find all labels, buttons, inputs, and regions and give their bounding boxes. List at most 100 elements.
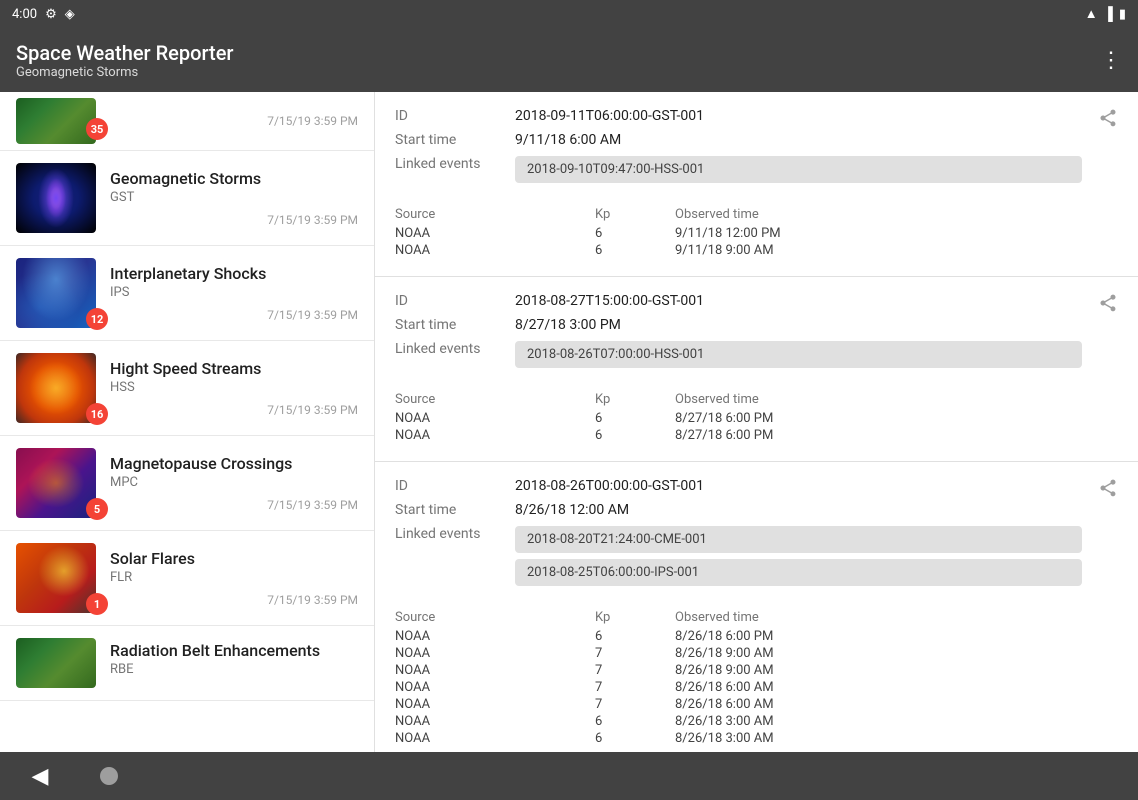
item-name: Radiation Belt Enhancements <box>110 641 358 660</box>
cell-source: NOAA <box>395 428 595 443</box>
time-display: 4:00 <box>12 7 37 22</box>
list-item[interactable]: 5 Magnetopause Crossings MPC 7/15/19 3:5… <box>0 436 374 531</box>
item-content: Interplanetary Shocks IPS 7/15/19 3:59 P… <box>96 264 358 322</box>
linked-event-chip[interactable]: 2018-08-25T06:00:00-IPS-001 <box>515 559 1082 586</box>
item-image <box>16 543 96 613</box>
item-time: 7/15/19 3:59 PM <box>110 593 358 607</box>
linked-event-chip[interactable]: 2018-08-26T07:00:00-HSS-001 <box>515 341 1082 368</box>
item-content: Hight Speed Streams HSS 7/15/19 3:59 PM <box>96 359 358 417</box>
wifi-icon: ▲ <box>1085 6 1098 22</box>
kp-table: Source Kp Observed time NOAA 6 9/11/18 1… <box>395 207 1118 258</box>
linked-event-chip[interactable]: 2018-08-20T21:24:00-CME-001 <box>515 526 1082 553</box>
main-container: 35 7/15/19 3:59 PM Geomagnetic Storms GS… <box>0 92 1138 752</box>
cell-kp: 7 <box>595 663 675 678</box>
field-value-starttime: 9/11/18 6:00 AM <box>515 132 621 148</box>
field-row-linked: Linked events 2018-08-26T07:00:00-HSS-00… <box>395 341 1082 374</box>
app-title: Space Weather Reporter <box>16 41 233 65</box>
more-vert-icon[interactable]: ⋮ <box>1100 48 1122 73</box>
item-code: IPS <box>110 285 358 300</box>
share-icon[interactable] <box>1098 478 1118 503</box>
table-row: NOAA 6 8/26/18 6:00 PM <box>395 629 1118 644</box>
alarm-icon: ◈ <box>65 7 75 22</box>
field-row-starttime: Start time 8/27/18 3:00 PM <box>395 317 1082 333</box>
item-name: Solar Flares <box>110 549 358 568</box>
cell-kp: 6 <box>595 428 675 443</box>
cell-observed: 8/27/18 6:00 PM <box>675 411 1118 426</box>
col-header-observed: Observed time <box>675 610 1118 625</box>
cell-source: NOAA <box>395 629 595 644</box>
col-header-observed: Observed time <box>675 207 1118 222</box>
kp-table-header: Source Kp Observed time <box>395 392 1118 407</box>
status-bar-left: 4:00 ⚙ ◈ <box>12 7 75 22</box>
col-header-kp: Kp <box>595 392 675 407</box>
table-row: NOAA 6 8/27/18 6:00 PM <box>395 411 1118 426</box>
app-bar: Space Weather Reporter Geomagnetic Storm… <box>0 28 1138 92</box>
field-label-starttime: Start time <box>395 317 515 333</box>
field-label-starttime: Start time <box>395 502 515 518</box>
cell-kp: 6 <box>595 731 675 746</box>
kp-table-header: Source Kp Observed time <box>395 207 1118 222</box>
left-panel: 35 7/15/19 3:59 PM Geomagnetic Storms GS… <box>0 92 375 752</box>
field-row-starttime: Start time 8/26/18 12:00 AM <box>395 502 1082 518</box>
item-time: 7/15/19 3:59 PM <box>110 403 358 417</box>
field-row-id: ID 2018-08-26T00:00:00-GST-001 <box>395 478 1082 494</box>
list-item[interactable]: Radiation Belt Enhancements RBE <box>0 626 374 701</box>
cell-observed: 8/26/18 3:00 AM <box>675 731 1118 746</box>
status-bar: 4:00 ⚙ ◈ ▲ ▐ ▮ <box>0 0 1138 28</box>
table-row: NOAA 7 8/26/18 6:00 AM <box>395 680 1118 695</box>
item-image <box>16 163 96 233</box>
item-code: FLR <box>110 570 358 585</box>
cell-observed: 8/27/18 6:00 PM <box>675 428 1118 443</box>
field-label-id: ID <box>395 293 515 309</box>
badge-count: 35 <box>86 118 108 140</box>
list-item[interactable]: Geomagnetic Storms GST 7/15/19 3:59 PM <box>0 151 374 246</box>
cell-kp: 7 <box>595 697 675 712</box>
app-bar-title: Space Weather Reporter Geomagnetic Storm… <box>16 41 233 80</box>
cell-kp: 6 <box>595 226 675 241</box>
cell-kp: 7 <box>595 680 675 695</box>
table-row: NOAA 7 8/26/18 9:00 AM <box>395 663 1118 678</box>
field-label-id: ID <box>395 478 515 494</box>
list-item[interactable]: 1 Solar Flares FLR 7/15/19 3:59 PM <box>0 531 374 626</box>
field-row-linked: Linked events 2018-09-10T09:47:00-HSS-00… <box>395 156 1082 189</box>
event-header: ID 2018-08-26T00:00:00-GST-001 Start tim… <box>395 478 1118 600</box>
list-item[interactable]: 16 Hight Speed Streams HSS 7/15/19 3:59 … <box>0 341 374 436</box>
field-label-linked: Linked events <box>395 341 515 357</box>
field-row-id: ID 2018-08-27T15:00:00-GST-001 <box>395 293 1082 309</box>
badge-count: 1 <box>86 593 108 615</box>
cell-observed: 8/26/18 6:00 AM <box>675 697 1118 712</box>
cell-observed: 9/11/18 9:00 AM <box>675 243 1118 258</box>
field-value-id: 2018-09-11T06:00:00-GST-001 <box>515 108 704 124</box>
share-icon[interactable] <box>1098 293 1118 318</box>
badge-count: 16 <box>86 403 108 425</box>
item-name: Hight Speed Streams <box>110 359 358 378</box>
home-button[interactable] <box>100 767 118 785</box>
item-name: Magnetopause Crossings <box>110 454 358 473</box>
cell-observed: 8/26/18 6:00 PM <box>675 629 1118 644</box>
col-header-kp: Kp <box>595 207 675 222</box>
field-label-linked: Linked events <box>395 526 515 542</box>
field-value-id: 2018-08-26T00:00:00-GST-001 <box>515 478 704 494</box>
col-header-source: Source <box>395 610 595 625</box>
list-item[interactable]: 35 7/15/19 3:59 PM <box>0 92 374 151</box>
item-image <box>16 638 96 688</box>
cell-source: NOAA <box>395 697 595 712</box>
kp-table-header: Source Kp Observed time <box>395 610 1118 625</box>
event-header: ID 2018-08-27T15:00:00-GST-001 Start tim… <box>395 293 1118 382</box>
item-code: MPC <box>110 475 358 490</box>
cell-observed: 9/11/18 12:00 PM <box>675 226 1118 241</box>
event-section: ID 2018-08-27T15:00:00-GST-001 Start tim… <box>375 277 1138 462</box>
back-button[interactable]: ◀ <box>20 756 60 796</box>
field-value-id: 2018-08-27T15:00:00-GST-001 <box>515 293 704 309</box>
item-image <box>16 258 96 328</box>
cell-source: NOAA <box>395 663 595 678</box>
linked-event-chip[interactable]: 2018-09-10T09:47:00-HSS-001 <box>515 156 1082 183</box>
cell-source: NOAA <box>395 731 595 746</box>
list-item[interactable]: 12 Interplanetary Shocks IPS 7/15/19 3:5… <box>0 246 374 341</box>
status-bar-right: ▲ ▐ ▮ <box>1085 6 1126 22</box>
event-section: ID 2018-09-11T06:00:00-GST-001 Start tim… <box>375 92 1138 277</box>
field-value-starttime: 8/26/18 12:00 AM <box>515 502 629 518</box>
share-icon[interactable] <box>1098 108 1118 133</box>
field-label-linked: Linked events <box>395 156 515 172</box>
field-row-starttime: Start time 9/11/18 6:00 AM <box>395 132 1082 148</box>
